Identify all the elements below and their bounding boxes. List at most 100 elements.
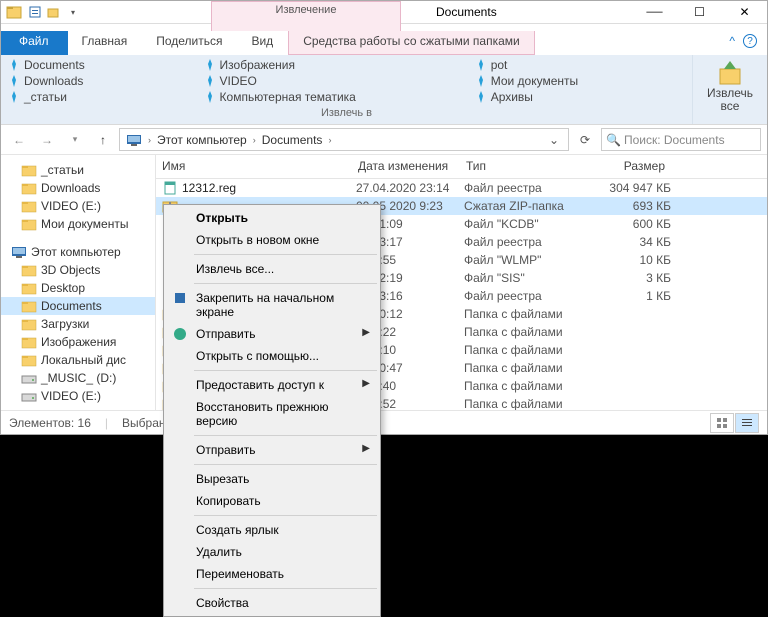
col-size[interactable]: Размер [587, 155, 672, 178]
tab-view[interactable]: Вид [237, 31, 288, 55]
nav-quick-item[interactable]: VIDEO (E:) [1, 197, 155, 215]
nav-pc-item[interactable]: Documents [1, 297, 155, 315]
pinned-folder[interactable]: Компьютерная тематика [203, 89, 464, 105]
folder-icon [21, 217, 37, 231]
folder-icon [21, 371, 37, 385]
folder-icon [21, 263, 37, 277]
menu-item-label: Переименовать [196, 567, 284, 581]
menu-item[interactable]: Вырезать [166, 468, 378, 490]
menu-item[interactable]: Свойства [166, 592, 378, 614]
nav-up-button[interactable]: ↑ [91, 128, 115, 152]
pinned-folder[interactable]: Downloads [7, 73, 193, 89]
nav-pc-item[interactable]: Загрузки [1, 315, 155, 333]
nav-pc-item[interactable]: VIDEO (E:) [1, 387, 155, 405]
col-name[interactable]: Имя [156, 155, 352, 178]
menu-item-label: Восстановить прежнюю версию [196, 400, 329, 428]
menu-item[interactable]: Открыть в новом окне [166, 229, 378, 251]
close-button[interactable]: ✕ [722, 0, 767, 27]
menu-item[interactable]: Создать ярлык [166, 519, 378, 541]
refresh-button[interactable]: ⟳ [573, 129, 597, 151]
menu-item[interactable]: Предоставить доступ к▶ [166, 374, 378, 396]
nav-pc-item[interactable]: Изображения [1, 333, 155, 351]
nav-pc-item[interactable]: Локальный дис [1, 351, 155, 369]
nav-pc-item[interactable]: _MUSIC_ (D:) [1, 369, 155, 387]
nav-quick-item[interactable]: Мои документы [1, 215, 155, 233]
nav-recent-dropdown[interactable]: ▾ [63, 128, 87, 152]
pinned-folder[interactable]: pot [474, 57, 686, 73]
pinned-folders: DocumentsDownloads_статьи ИзображенияVIDE… [7, 57, 686, 107]
menu-item[interactable]: Отправить▶ [166, 439, 378, 461]
file-type: Файл реестра [464, 235, 591, 249]
qat-properties-icon[interactable] [26, 2, 44, 22]
status-count: Элементов: 16 [9, 416, 91, 430]
pin-icon [474, 58, 488, 72]
nav-forward-button[interactable]: → [35, 128, 59, 152]
pinned-folder[interactable]: Мои документы [474, 73, 686, 89]
nav-quick-item[interactable]: Downloads [1, 179, 155, 197]
menu-item[interactable]: Восстановить прежнюю версию [166, 396, 378, 432]
nav-item-label: Локальный дис [41, 353, 126, 367]
maximize-button[interactable]: ☐ [677, 0, 722, 27]
ribbon: DocumentsDownloads_статьи ИзображенияVIDE… [1, 55, 767, 125]
nav-this-pc[interactable]: Этот компьютер [1, 243, 155, 261]
nav-item-label: Мои документы [41, 217, 128, 231]
nav-quick-item[interactable]: _статьи [1, 161, 155, 179]
col-date[interactable]: Дата изменения [352, 155, 460, 178]
nav-back-button[interactable]: ← [7, 128, 31, 152]
search-input[interactable]: 🔍 Поиск: Documents [601, 128, 761, 151]
nav-pc-item[interactable]: Desktop [1, 279, 155, 297]
menu-item[interactable]: Переименовать [166, 563, 378, 585]
file-row[interactable]: 12312.reg27.04.2020 23:14Файл реестра304… [156, 179, 767, 197]
breadcrumb-pc[interactable]: Этот компьютер [153, 133, 251, 147]
folder-icon [21, 317, 37, 331]
menu-item[interactable]: Извлечь все... [166, 258, 378, 280]
menu-item[interactable]: Удалить [166, 541, 378, 563]
menu-item[interactable]: Отправить▶ [166, 323, 378, 345]
folder-icon [21, 163, 37, 177]
menu-item-label: Создать ярлык [196, 523, 279, 537]
nav-pc-item[interactable]: 3D Objects [1, 261, 155, 279]
pinned-folder[interactable]: Архивы [474, 89, 686, 105]
pinned-folder-label: Изображения [220, 58, 295, 72]
breadcrumb-bar[interactable]: › Этот компьютер › Documents › ⌄ [119, 128, 569, 151]
pinned-folder[interactable]: _статьи [7, 89, 193, 105]
menu-item[interactable]: Открыть [166, 207, 378, 229]
qat-newfolder-icon[interactable] [45, 2, 63, 22]
file-size: 600 КБ [591, 217, 671, 231]
file-size: 1 КБ [591, 289, 671, 303]
pinned-folder[interactable]: Documents [7, 57, 193, 73]
col-type[interactable]: Тип [460, 155, 587, 178]
view-thumbnails-button[interactable] [710, 413, 734, 433]
send-icon [172, 326, 188, 342]
pin-icon [7, 58, 21, 72]
file-type: Папка с файлами [464, 379, 591, 393]
folder-icon [21, 281, 37, 295]
file-type: Папка с файлами [464, 343, 591, 357]
pinned-folder[interactable]: VIDEO [203, 73, 464, 89]
menu-item[interactable]: Копировать [166, 490, 378, 512]
tab-home[interactable]: Главная [68, 31, 143, 55]
breadcrumb-documents[interactable]: Documents [258, 133, 327, 147]
tab-file[interactable]: Файл [1, 31, 68, 55]
pin-icon [474, 90, 488, 104]
pinned-folder[interactable]: Изображения [203, 57, 464, 73]
tab-share[interactable]: Поделиться [142, 31, 237, 55]
folder-icon [21, 199, 37, 213]
addr-dropdown-icon[interactable]: ⌄ [542, 129, 566, 151]
nav-item-label: Загрузки [41, 317, 89, 331]
tab-compressed[interactable]: Средства работы со сжатыми папками [288, 31, 535, 55]
menu-item-label: Предоставить доступ к [196, 378, 324, 392]
pc-icon [122, 133, 146, 147]
menu-item[interactable]: Открыть с помощью... [166, 345, 378, 367]
menu-item[interactable]: Закрепить на начальном экране [166, 287, 378, 323]
extract-all-button[interactable]: Извлечь все [699, 57, 761, 115]
menu-separator [194, 464, 377, 465]
minimize-button[interactable]: — [632, 0, 677, 27]
ribbon-help[interactable]: ^? [719, 31, 767, 55]
pin-icon [7, 74, 21, 88]
view-details-button[interactable] [735, 413, 759, 433]
file-size: 693 КБ [591, 199, 671, 213]
navigation-pane: _статьиDownloadsVIDEO (E:)Мои документы … [1, 155, 156, 410]
qat-dropdown-icon[interactable]: ▾ [64, 2, 82, 22]
menu-item-label: Отправить [196, 327, 256, 341]
